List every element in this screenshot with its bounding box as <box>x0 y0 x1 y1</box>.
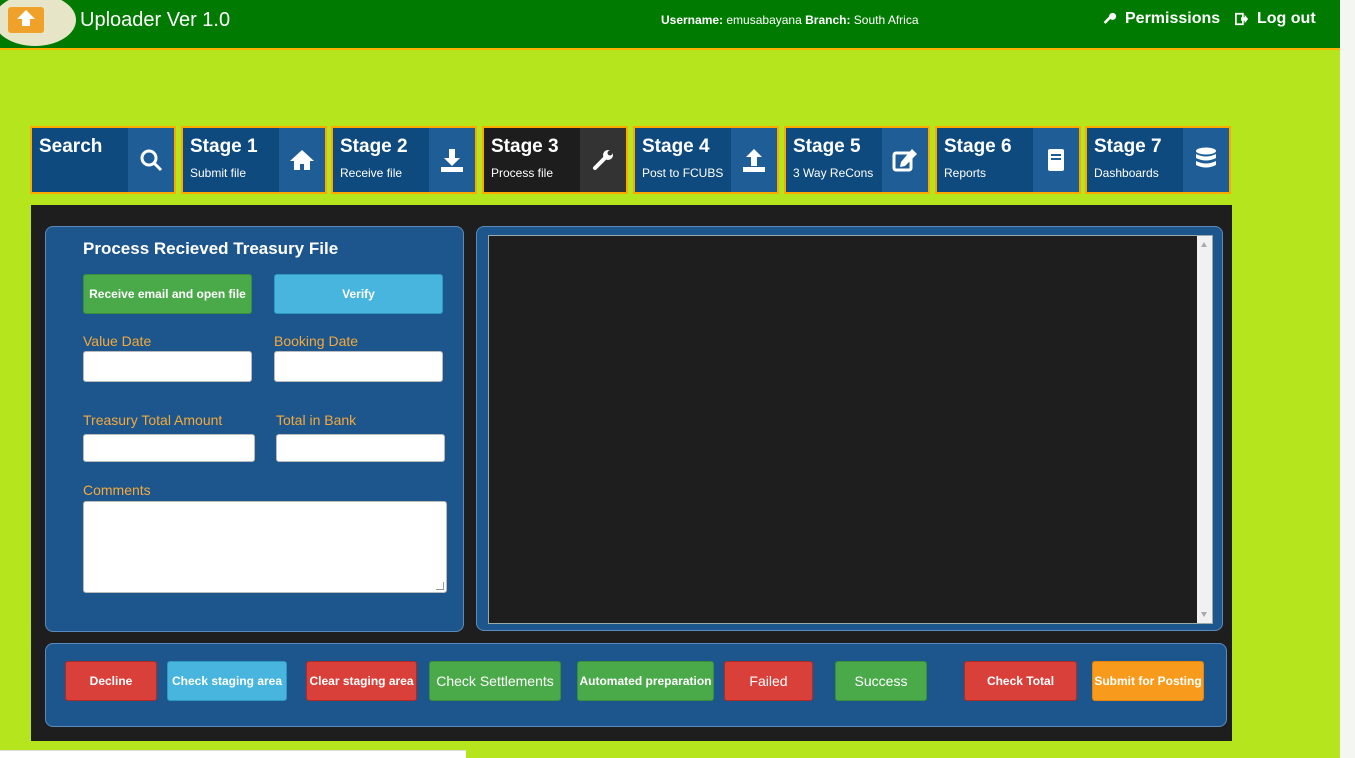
edit-icon <box>892 149 917 172</box>
decline-button[interactable]: Decline <box>65 661 157 701</box>
tab-title: Search <box>39 136 103 157</box>
username-label: Username: <box>661 13 724 27</box>
permissions-label: Permissions <box>1125 10 1221 27</box>
output-panel <box>476 226 1223 631</box>
booking-date-input[interactable] <box>274 351 443 382</box>
tab-stage-2[interactable]: Stage 2 Receive file <box>331 126 477 194</box>
branch-label: Branch: <box>805 13 851 27</box>
treasury-total-label: Treasury Total Amount <box>83 412 223 428</box>
process-form-panel: Process Recieved Treasury File Receive e… <box>45 226 464 632</box>
output-area[interactable] <box>488 235 1213 624</box>
submit-posting-button[interactable]: Submit for Posting <box>1092 661 1204 701</box>
home-icon <box>290 150 314 170</box>
main-panel: Process Recieved Treasury File Receive e… <box>31 205 1232 741</box>
tab-title: Stage 5 <box>793 136 861 157</box>
tab-title: Stage 2 <box>340 136 408 157</box>
check-settlements-button[interactable]: Check Settlements <box>429 661 561 701</box>
tab-subtitle: 3 Way ReCons <box>793 166 874 180</box>
download-icon <box>441 149 463 172</box>
tab-stage-7[interactable]: Stage 7 Dashboards <box>1085 126 1231 194</box>
database-icon <box>1196 147 1216 168</box>
form-title: Process Recieved Treasury File <box>83 239 339 258</box>
tab-subtitle: Reports <box>944 166 987 180</box>
value-date-input[interactable] <box>83 351 252 382</box>
key-icon <box>1103 12 1117 24</box>
tab-subtitle: Receive file <box>340 166 403 180</box>
tab-subtitle: Dashboards <box>1094 166 1159 180</box>
username-value: emusabayana <box>726 13 802 27</box>
tab-title: Stage 3 <box>491 136 559 157</box>
app-title: Uploader Ver 1.0 <box>80 9 231 31</box>
tab-title: Stage 7 <box>1094 136 1162 157</box>
upload-icon <box>743 149 765 172</box>
app-logo[interactable] <box>0 0 76 46</box>
total-in-bank-input[interactable] <box>276 434 445 462</box>
permissions-link[interactable]: Permissions <box>1103 10 1220 28</box>
tab-title: Stage 1 <box>190 136 258 157</box>
logout-link[interactable]: Log out <box>1235 10 1316 28</box>
branch-value: South Africa <box>853 13 919 27</box>
receive-email-button[interactable]: Receive email and open file <box>83 274 252 314</box>
tab-subtitle: Process file <box>491 166 554 180</box>
comments-label: Comments <box>83 482 151 498</box>
logout-label: Log out <box>1257 10 1316 27</box>
search-icon <box>140 149 163 172</box>
action-bar: Decline Check staging area Clear staging… <box>45 643 1227 727</box>
tab-subtitle: Post to FCUBS <box>642 166 724 180</box>
header-bar: Uploader Ver 1.0 Username: emusabayana B… <box>0 0 1340 50</box>
check-total-button[interactable]: Check Total <box>964 661 1077 701</box>
failed-button[interactable]: Failed <box>724 661 813 701</box>
tab-stage-5[interactable]: Stage 5 3 Way ReCons <box>784 126 930 194</box>
upload-arrow-icon <box>17 10 35 26</box>
scroll-down-icon[interactable] <box>1201 612 1207 617</box>
booking-date-label: Booking Date <box>274 333 359 349</box>
user-info: Username: emusabayana Branch: South Afri… <box>661 13 919 27</box>
bottom-strip <box>0 750 466 758</box>
automated-preparation-button[interactable]: Automated preparation <box>577 661 714 701</box>
scroll-up-icon[interactable] <box>1201 242 1207 247</box>
treasury-total-input[interactable] <box>83 434 255 462</box>
value-date-label: Value Date <box>83 333 152 349</box>
total-in-bank-label: Total in Bank <box>276 412 357 428</box>
comments-textarea[interactable] <box>83 501 447 593</box>
output-scrollbar[interactable] <box>1197 236 1212 623</box>
tab-title: Stage 4 <box>642 136 710 157</box>
right-edge <box>1340 0 1355 758</box>
tab-title: Stage 6 <box>944 136 1012 157</box>
success-button[interactable]: Success <box>835 661 927 701</box>
tab-stage-6[interactable]: Stage 6 Reports <box>935 126 1081 194</box>
tab-subtitle: Submit file <box>190 166 247 180</box>
check-staging-button[interactable]: Check staging area <box>167 661 287 701</box>
tab-stage-4[interactable]: Stage 4 Post to FCUBS <box>633 126 779 194</box>
clear-staging-button[interactable]: Clear staging area <box>306 661 417 701</box>
tab-stage-1[interactable]: Stage 1 Submit file <box>181 126 327 194</box>
tab-stage-3[interactable]: Stage 3 Process file <box>482 126 628 194</box>
verify-button[interactable]: Verify <box>274 274 443 314</box>
logout-icon <box>1235 12 1249 26</box>
tab-search[interactable]: Search <box>30 126 176 194</box>
wrench-icon <box>593 150 613 170</box>
book-icon <box>1048 149 1064 171</box>
